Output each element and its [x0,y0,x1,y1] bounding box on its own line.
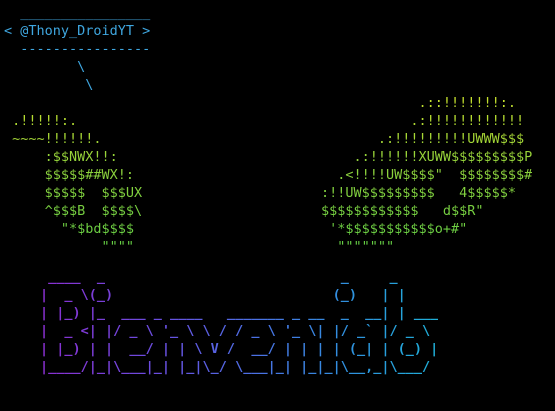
cowsay-speech-bubble: ________________ < @Thony_DroidYT > ----… [4,5,151,93]
terminal-window[interactable]: ________________ < @Thony_DroidYT > ----… [0,0,555,411]
ascii-art-drawing: .::!!!!!!!:. .!!!!!:. .:!!!!!!!!!!!! ~~~… [4,94,532,256]
welcome-banner: ____ _ _ _ | _ \(_) (_) | | | |_) |_ ___… [40,269,439,375]
